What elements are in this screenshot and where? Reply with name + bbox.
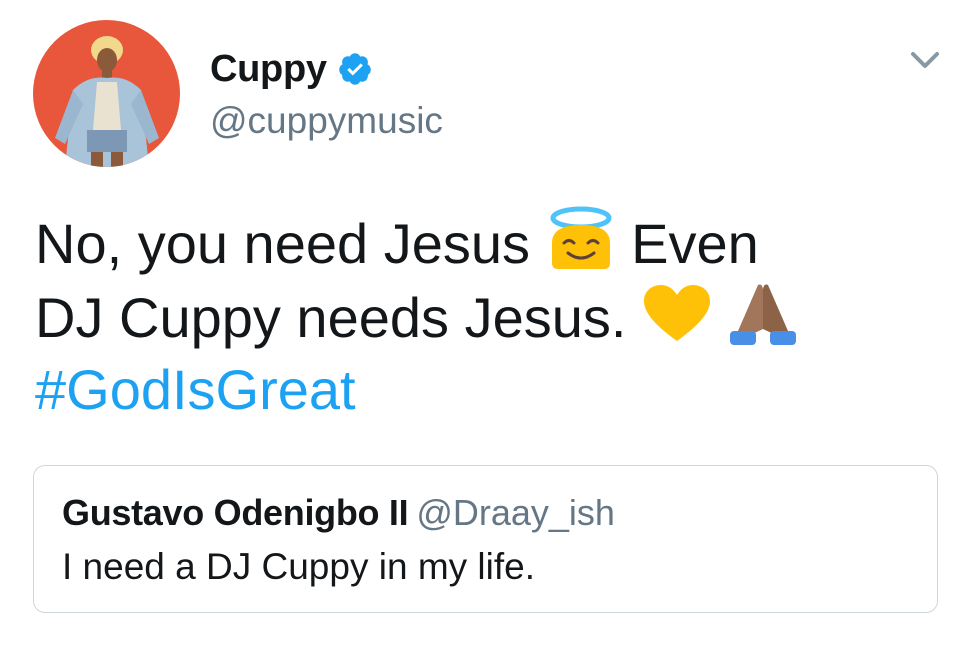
tweet-text-segment: Even: [631, 212, 759, 275]
verified-badge-icon: [337, 51, 373, 87]
tweet-text: No, you need Jesus Even DJ Cuppy needs J…: [35, 205, 835, 427]
avatar[interactable]: [33, 20, 180, 167]
quoted-author-name: Gustavo Odenigbo II: [62, 492, 409, 533]
quoted-tweet-card[interactable]: Gustavo Odenigbo II @Draay_ish I need a D…: [33, 465, 938, 613]
quoted-tweet-header: Gustavo Odenigbo II @Draay_ish: [62, 492, 615, 534]
tweet-text-line-2: DJ Cuppy needs Jesus.: [35, 279, 835, 353]
profile-photo: [33, 20, 180, 167]
tweet-text-line-1: No, you need Jesus Even: [35, 205, 835, 279]
tweet-text-segment: DJ Cuppy needs Jesus.: [35, 286, 627, 349]
hashtag-link[interactable]: #GodIsGreat: [35, 358, 356, 421]
author-handle[interactable]: @cuppymusic: [210, 100, 443, 142]
yellow-heart-emoji: [642, 279, 712, 349]
tweet-text-line-3: #GodIsGreat: [35, 353, 835, 427]
chevron-down-icon[interactable]: [905, 48, 945, 74]
tweet-text-segment: No, you need Jesus: [35, 212, 530, 275]
folded-hands-emoji: [728, 279, 798, 349]
smiling-face-with-halo-emoji: [546, 205, 616, 275]
author-display-name[interactable]: Cuppy: [210, 48, 327, 91]
author-name-row: Cuppy: [210, 44, 373, 94]
quoted-author-handle: @Draay_ish: [416, 492, 615, 533]
quoted-tweet-text: I need a DJ Cuppy in my life.: [62, 546, 535, 587]
